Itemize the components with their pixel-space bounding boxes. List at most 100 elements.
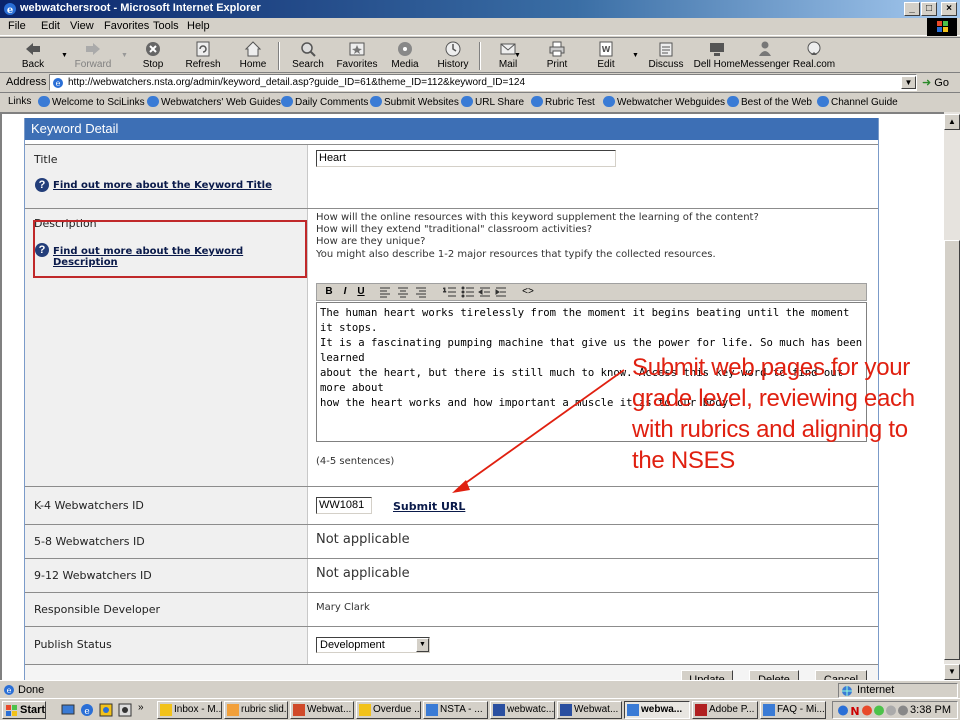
- mail-dropdown-icon[interactable]: ▼: [514, 52, 521, 59]
- search-button[interactable]: Search: [283, 40, 333, 72]
- real-icon: [807, 41, 821, 55]
- underline-button[interactable]: U: [355, 286, 367, 299]
- taskbar-task[interactable]: webwatc...: [490, 701, 555, 719]
- close-button[interactable]: ×: [941, 2, 957, 16]
- print-button[interactable]: Print: [532, 40, 582, 72]
- svg-text:e: e: [84, 707, 89, 717]
- link-item[interactable]: Best of the Web: [727, 96, 812, 108]
- refresh-button[interactable]: Refresh: [178, 40, 228, 72]
- back-label: Back: [21, 59, 45, 70]
- taskbar-task[interactable]: webwa...: [624, 701, 690, 719]
- k4-id-input[interactable]: WW1081: [316, 497, 372, 514]
- quicklaunch-outlook-icon[interactable]: [98, 702, 114, 718]
- description-prompt: How are they unique?: [316, 236, 426, 247]
- chevron-down-icon[interactable]: ▼: [416, 638, 429, 652]
- zone-label: Internet: [857, 684, 895, 696]
- forward-label: Forward: [74, 59, 112, 70]
- go-button[interactable]: ➜ Go: [922, 76, 949, 89]
- tray-icons[interactable]: N: [837, 704, 913, 717]
- quicklaunch-desktop-icon[interactable]: [60, 702, 76, 718]
- delete-button[interactable]: Delete: [749, 670, 799, 680]
- minimize-button[interactable]: _: [904, 2, 920, 16]
- page-link-icon: [281, 96, 293, 107]
- html-source-button[interactable]: <>: [521, 286, 535, 299]
- title-label-cell: Title ? Find out more about the Keyword …: [25, 145, 308, 208]
- home-button[interactable]: Home: [228, 40, 278, 72]
- edit-button[interactable]: W Edit: [581, 40, 631, 72]
- back-arrow-icon: [26, 43, 40, 55]
- grade912-value: Not applicable: [316, 566, 410, 581]
- vertical-scrollbar[interactable]: ▲ ▼: [944, 112, 960, 680]
- link-item[interactable]: Webwatcher Webguides: [603, 96, 725, 108]
- title-input[interactable]: Heart: [316, 150, 616, 167]
- link-item[interactable]: Submit Websites: [370, 96, 459, 108]
- link-item[interactable]: Channel Guide: [817, 96, 898, 108]
- stop-button[interactable]: Stop: [128, 40, 178, 72]
- grade58-label-cell: 5-8 Webwatchers ID: [25, 525, 308, 558]
- edit-icon: W: [599, 41, 613, 57]
- quicklaunch-ie-icon[interactable]: e: [79, 702, 95, 718]
- link-item[interactable]: URL Share: [461, 96, 524, 108]
- back-dropdown-icon[interactable]: ▼: [61, 52, 68, 59]
- cancel-button[interactable]: Cancel: [815, 670, 867, 680]
- title-help-link[interactable]: Find out more about the Keyword Title: [53, 180, 272, 191]
- menu-edit[interactable]: Edit: [41, 20, 60, 32]
- maximize-button[interactable]: □: [921, 2, 937, 16]
- scroll-up-icon[interactable]: ▲: [944, 114, 960, 130]
- favorites-button[interactable]: Favorites: [332, 40, 382, 72]
- forward-button[interactable]: Forward: [68, 40, 118, 72]
- align-icons[interactable]: [379, 287, 431, 298]
- callout-text: Submit web pages for your grade level, r…: [632, 354, 915, 474]
- menu-file[interactable]: File: [8, 20, 26, 32]
- media-button[interactable]: Media: [380, 40, 430, 72]
- task-icon: [763, 704, 775, 716]
- taskbar-task[interactable]: Adobe P...: [692, 701, 758, 719]
- mail-button[interactable]: Mail: [483, 40, 533, 72]
- security-zone: Internet: [838, 683, 958, 698]
- taskbar-task[interactable]: Webwat...: [290, 701, 354, 719]
- link-item[interactable]: Webwatchers' Web Guides: [147, 96, 281, 108]
- help-icon[interactable]: ?: [35, 178, 49, 192]
- link-item[interactable]: Daily Comments: [281, 96, 368, 108]
- italic-button[interactable]: I: [339, 286, 351, 299]
- taskbar-task[interactable]: Webwat...: [557, 701, 622, 719]
- menu-view[interactable]: View: [70, 20, 94, 32]
- messenger-button[interactable]: Messenger: [740, 40, 790, 72]
- task-label: Webwat...: [574, 704, 619, 715]
- publish-status-value: Development: [320, 639, 385, 651]
- address-dropdown-icon[interactable]: ▼: [901, 76, 916, 89]
- back-button[interactable]: Back: [8, 40, 58, 72]
- discuss-button[interactable]: Discuss: [641, 40, 691, 72]
- dell-home-button[interactable]: Dell Home: [690, 40, 744, 72]
- quicklaunch-media-icon[interactable]: [117, 702, 133, 718]
- link-item[interactable]: Rubric Test: [531, 96, 595, 108]
- list-indent-icons[interactable]: 1: [443, 286, 513, 299]
- editor-toolbar: B I U 1 <>: [316, 283, 867, 301]
- scroll-thumb[interactable]: [944, 240, 960, 660]
- real-com-button[interactable]: Real.com: [789, 40, 839, 72]
- taskbar-task[interactable]: rubric slid...: [224, 701, 288, 719]
- history-button[interactable]: History: [428, 40, 478, 72]
- menu-favorites[interactable]: Favorites: [104, 20, 149, 32]
- publish-status-select[interactable]: Development ▼: [316, 637, 430, 653]
- forward-dropdown-icon[interactable]: ▼: [121, 52, 128, 59]
- taskbar-task[interactable]: NSTA - ...: [423, 701, 488, 719]
- taskbar-task[interactable]: Overdue ...: [356, 701, 421, 719]
- bold-button[interactable]: B: [323, 286, 335, 299]
- taskbar-task[interactable]: FAQ - Mi...: [760, 701, 826, 719]
- quicklaunch-overflow-icon[interactable]: »: [138, 702, 144, 713]
- start-button[interactable]: Start: [2, 701, 46, 719]
- history-icon: [445, 41, 461, 57]
- edit-dropdown-icon[interactable]: ▼: [632, 52, 639, 59]
- update-button[interactable]: Update: [681, 670, 733, 680]
- link-item[interactable]: Welcome to SciLinks: [38, 96, 145, 108]
- menu-help[interactable]: Help: [187, 20, 210, 32]
- menu-tools[interactable]: Tools: [153, 20, 179, 32]
- publish-label: Publish Status: [34, 638, 112, 651]
- link-item-label: URL Share: [475, 97, 525, 108]
- submit-url-link[interactable]: Submit URL: [393, 500, 465, 513]
- grade912-label-cell: 9-12 Webwatchers ID: [25, 559, 308, 592]
- address-input[interactable]: http://webwatchers.nsta.org/admin/keywor…: [49, 74, 917, 91]
- taskbar-task[interactable]: Inbox - M...: [157, 701, 222, 719]
- scroll-down-icon[interactable]: ▼: [944, 664, 960, 680]
